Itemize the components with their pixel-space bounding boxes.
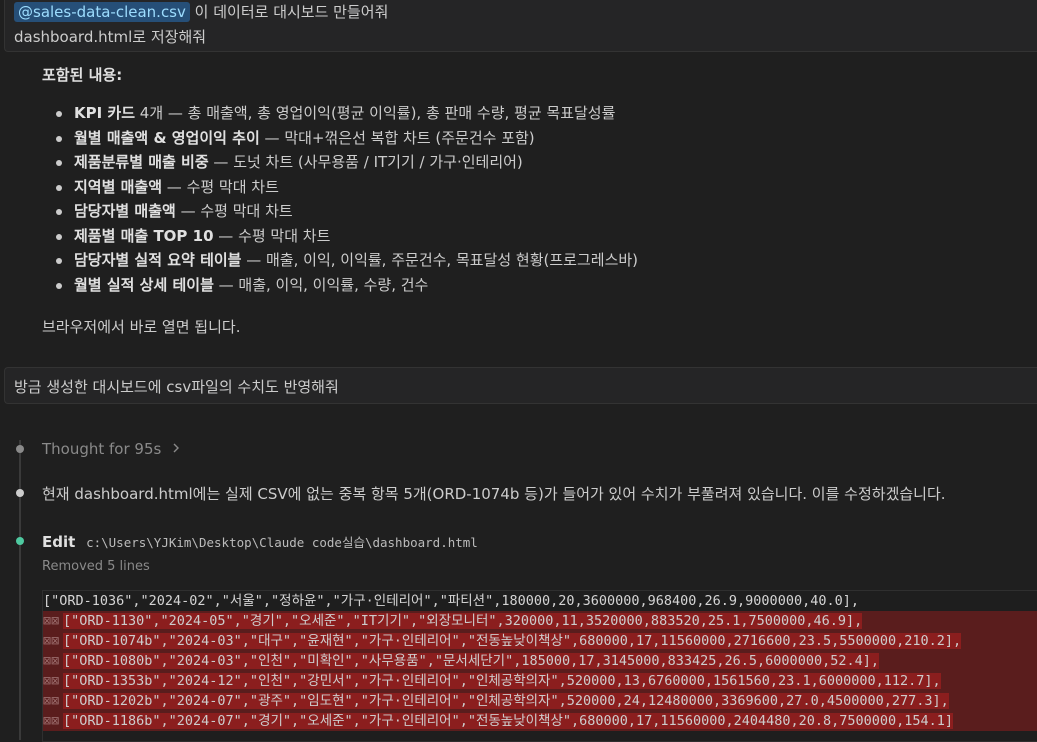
user-message-2: 방금 생성한 대시보드에 csv파일의 수치도 반영해줘 [4,367,1037,404]
edit-file-path[interactable]: c:\Users\YJKim\Desktop\Claude code실습\das… [86,535,478,550]
timeline-dot [16,445,24,453]
timeline-rail [19,440,21,740]
user-message-1-text: 이 데이터로 대시보드 만들어줘 [189,3,389,21]
status-message: 현재 dashboard.html에는 실제 CSV에 없는 중복 항목 5개(… [42,485,946,503]
thought-toggle[interactable]: Thought for 95s [42,440,180,458]
user-message-2-text: 방금 생성한 대시보드에 csv파일의 수치도 반영해줘 [14,378,339,396]
list-item: 월별 실적 상세 테이블 — 매출, 이익, 이익률, 수량, 건수 [42,275,638,300]
user-message-1: @sales-data-clean.csv 이 데이터로 대시보드 만들어줘 d… [4,0,1037,52]
removed-line: ⊠⊠ ["ORD-1074b","2024-03","대구","윤재현","가구·… [43,631,1037,651]
response-closing: 브라우저에서 바로 열면 됩니다. [42,318,241,336]
edit-header[interactable]: Edit c:\Users\YJKim\Desktop\Claude code실… [42,532,478,551]
file-mention-tag[interactable]: @sales-data-clean.csv [14,2,190,22]
removed-line: ⊠⊠ ["ORD-1353b","2024-12","인천","강민서","가구·… [43,671,1037,691]
edit-label: Edit [42,533,76,551]
user-message-1-line-2: dashboard.html로 저장해줘 [14,28,207,46]
user-message-1-line-1: @sales-data-clean.csv 이 데이터로 대시보드 만들어줘 [14,1,388,22]
thought-label: Thought for 95s [42,440,162,458]
response-heading: 포함된 내용: [42,66,123,84]
removed-line: ⊠⊠ ["ORD-1080b","2024-03","인천","미확인","사무용… [43,651,1037,671]
list-item: 제품분류별 매출 비중 — 도넛 차트 (사무용품 / IT기기 / 가구·인테… [42,152,638,177]
feature-list: KPI 카드 4개 — 총 매출액, 총 영업이익(평균 이익률), 총 판매 … [42,103,638,299]
code-context-line: ["ORD-1036","2024-02","서울","정하윤","가구·인테리… [43,593,859,609]
removed-line: ⊠⊠ ["ORD-1202b","2024-07","광주","임도현","가구·… [43,691,1037,711]
chevron-right-icon [172,440,180,458]
removed-line: ⊠⊠ ["ORD-1186b","2024-07","경기","오세준","가구·… [43,711,1037,731]
list-item: 월별 매출액 & 영업이익 추이 — 막대+꺾은선 복합 차트 (주문건수 포함… [42,128,638,153]
list-item: 지역별 매출액 — 수평 막대 차트 [42,177,638,202]
timeline-dot [16,489,24,497]
list-item: 담당자별 실적 요약 테이블 — 매출, 이익, 이익률, 주문건수, 목표달성… [42,250,638,275]
list-item: KPI 카드 4개 — 총 매출액, 총 영업이익(평균 이익률), 총 판매 … [42,103,638,128]
code-diff: ["ORD-1036","2024-02","서울","정하윤","가구·인테리… [42,590,1037,742]
removed-line: ⊠⊠ ["ORD-1130","2024-05","경기","오세준","IT기기… [43,611,1037,631]
list-item: 담당자별 매출액 — 수평 막대 차트 [42,201,638,226]
timeline-dot-success [16,537,24,545]
edit-summary: Removed 5 lines [42,559,150,574]
list-item: 제품별 매출 TOP 10 — 수평 막대 차트 [42,226,638,251]
